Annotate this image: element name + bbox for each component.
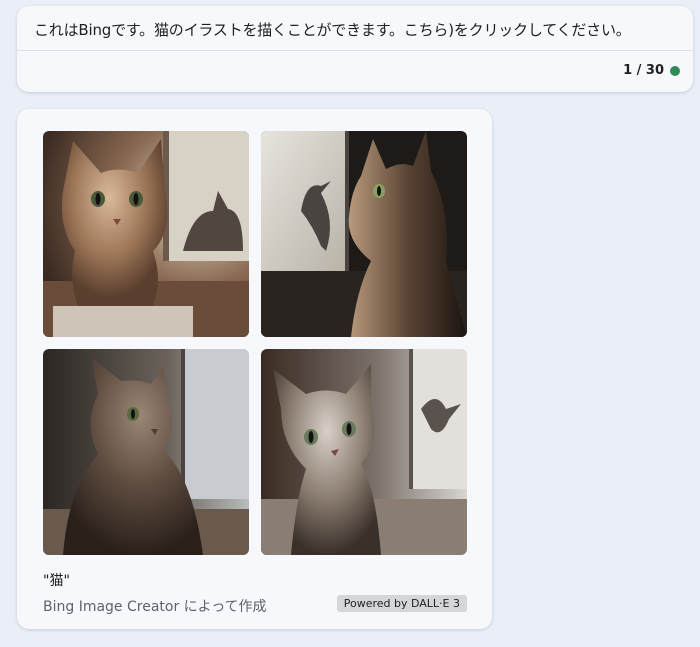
bot-message-text: これはBingです。猫のイラストを描くことができます。こちら)をクリックしてくだ… — [34, 21, 631, 39]
turn-counter-text: 1 / 30 — [623, 63, 664, 78]
turn-counter: 1 / 30 — [623, 63, 680, 78]
bot-message-card: これはBingです。猫のイラストを描くことができます。こちら)をクリックしてくだ… — [17, 6, 693, 92]
image-prompt-label: "猫" — [43, 573, 70, 589]
message-divider — [17, 50, 693, 51]
generated-image-4[interactable] — [261, 349, 467, 555]
image-result-card: "猫" Bing Image Creator によって作成 Powered by… — [17, 109, 492, 629]
generated-image-3[interactable] — [43, 349, 249, 555]
generated-image-1[interactable] — [43, 131, 249, 337]
powered-by-badge: Powered by DALL·E 3 — [336, 595, 467, 612]
creator-attribution: Bing Image Creator によって作成 — [43, 599, 267, 615]
status-dot-icon — [670, 65, 680, 76]
generated-image-2[interactable] — [261, 131, 467, 337]
